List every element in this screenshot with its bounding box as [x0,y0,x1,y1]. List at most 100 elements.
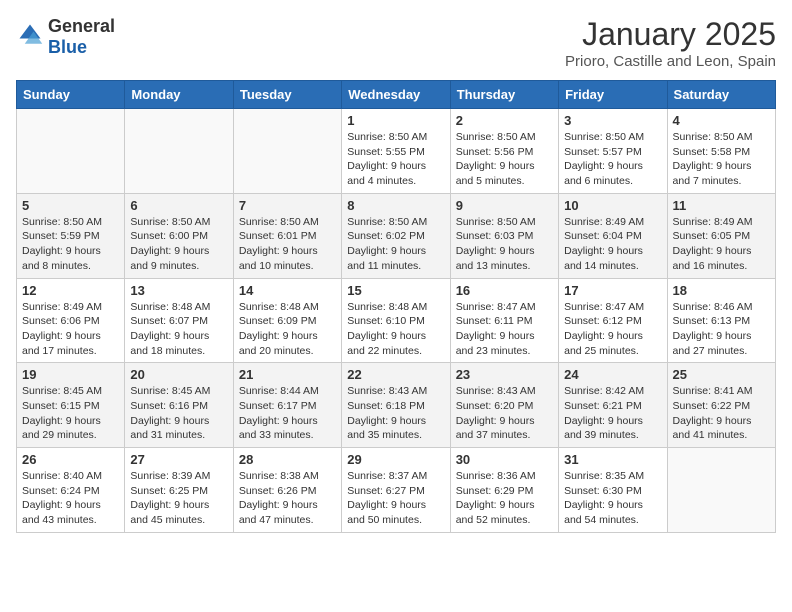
weekday-header: Tuesday [233,81,341,109]
page-header: General Blue January 2025 Prioro, Castil… [16,16,776,70]
day-number: 9 [456,198,553,213]
day-number: 31 [564,452,661,467]
day-number: 30 [456,452,553,467]
calendar-day-cell: 25 Sunrise: 8:41 AMSunset: 6:22 PMDayligh… [667,363,775,448]
calendar-day-cell: 1 Sunrise: 8:50 AMSunset: 5:55 PMDaylight… [342,109,450,194]
day-number: 7 [239,198,336,213]
calendar-day-cell: 2 Sunrise: 8:50 AMSunset: 5:56 PMDaylight… [450,109,558,194]
calendar-day-cell: 29 Sunrise: 8:37 AMSunset: 6:27 PMDayligh… [342,448,450,533]
calendar-day-cell: 15Sunrise: 8:48 AMSunset: 6:10 PMDayligh… [342,278,450,363]
day-info: Sunrise: 8:50 AMSunset: 6:03 PMDaylight:… [456,215,553,274]
day-number: 25 [673,367,770,382]
day-info: Sunrise: 8:35 AMSunset: 6:30 PMDaylight:… [564,469,661,528]
day-number: 6 [130,198,227,213]
calendar-day-cell: 19Sunrise: 8:45 AMSunset: 6:15 PMDayligh… [17,363,125,448]
day-info: Sunrise: 8:47 AMSunset: 6:12 PMDaylight:… [564,300,661,359]
day-number: 11 [673,198,770,213]
day-info: Sunrise: 8:49 AMSunset: 6:06 PMDaylight:… [22,300,119,359]
calendar-day-cell: 5 Sunrise: 8:50 AMSunset: 5:59 PMDaylight… [17,193,125,278]
day-number: 10 [564,198,661,213]
weekday-header: Wednesday [342,81,450,109]
day-info: Sunrise: 8:49 AMSunset: 6:04 PMDaylight:… [564,215,661,274]
calendar-week-row: 26 Sunrise: 8:40 AMSunset: 6:24 PMDayligh… [17,448,776,533]
day-number: 28 [239,452,336,467]
day-number: 22 [347,367,444,382]
day-info: Sunrise: 8:50 AMSunset: 5:56 PMDaylight:… [456,130,553,189]
weekday-header: Sunday [17,81,125,109]
day-info: Sunrise: 8:46 AMSunset: 6:13 PMDaylight:… [673,300,770,359]
day-number: 2 [456,113,553,128]
calendar-week-row: 19Sunrise: 8:45 AMSunset: 6:15 PMDayligh… [17,363,776,448]
calendar-day-cell: 24Sunrise: 8:42 AMSunset: 6:21 PMDayligh… [559,363,667,448]
calendar-day-cell: 13 Sunrise: 8:48 AMSunset: 6:07 PMDayligh… [125,278,233,363]
calendar-day-cell [125,109,233,194]
day-number: 27 [130,452,227,467]
day-number: 4 [673,113,770,128]
day-number: 14 [239,283,336,298]
day-info: Sunrise: 8:48 AMSunset: 6:07 PMDaylight:… [130,300,227,359]
day-info: Sunrise: 8:50 AMSunset: 5:55 PMDaylight:… [347,130,444,189]
day-number: 12 [22,283,119,298]
day-number: 20 [130,367,227,382]
day-info: Sunrise: 8:40 AMSunset: 6:24 PMDaylight:… [22,469,119,528]
day-number: 15 [347,283,444,298]
calendar-day-cell [17,109,125,194]
day-info: Sunrise: 8:50 AMSunset: 6:01 PMDaylight:… [239,215,336,274]
day-info: Sunrise: 8:50 AMSunset: 5:59 PMDaylight:… [22,215,119,274]
calendar-title: January 2025 [565,16,776,53]
day-number: 5 [22,198,119,213]
day-number: 1 [347,113,444,128]
weekday-header: Monday [125,81,233,109]
day-info: Sunrise: 8:48 AMSunset: 6:09 PMDaylight:… [239,300,336,359]
calendar-day-cell: 4Sunrise: 8:50 AMSunset: 5:58 PMDaylight… [667,109,775,194]
day-number: 23 [456,367,553,382]
calendar-week-row: 1 Sunrise: 8:50 AMSunset: 5:55 PMDaylight… [17,109,776,194]
day-number: 17 [564,283,661,298]
day-number: 18 [673,283,770,298]
title-block: January 2025 Prioro, Castille and Leon, … [565,16,776,70]
calendar-header-row: SundayMondayTuesdayWednesdayThursdayFrid… [17,81,776,109]
calendar-day-cell: 26 Sunrise: 8:40 AMSunset: 6:24 PMDayligh… [17,448,125,533]
logo-general: General [48,16,115,36]
calendar-day-cell: 22Sunrise: 8:43 AMSunset: 6:18 PMDayligh… [342,363,450,448]
day-info: Sunrise: 8:49 AMSunset: 6:05 PMDaylight:… [673,215,770,274]
day-info: Sunrise: 8:41 AMSunset: 6:22 PMDaylight:… [673,384,770,443]
calendar-day-cell: 30 Sunrise: 8:36 AMSunset: 6:29 PMDayligh… [450,448,558,533]
logo-blue: Blue [48,37,87,57]
calendar-day-cell: 16Sunrise: 8:47 AMSunset: 6:11 PMDayligh… [450,278,558,363]
logo: General Blue [16,16,115,58]
day-number: 29 [347,452,444,467]
calendar-day-cell: 8Sunrise: 8:50 AMSunset: 6:02 PMDaylight… [342,193,450,278]
day-info: Sunrise: 8:44 AMSunset: 6:17 PMDaylight:… [239,384,336,443]
calendar-day-cell [233,109,341,194]
calendar-day-cell: 10 Sunrise: 8:49 AMSunset: 6:04 PMDayligh… [559,193,667,278]
calendar-week-row: 12 Sunrise: 8:49 AMSunset: 6:06 PMDayligh… [17,278,776,363]
day-info: Sunrise: 8:50 AMSunset: 5:57 PMDaylight:… [564,130,661,189]
day-info: Sunrise: 8:47 AMSunset: 6:11 PMDaylight:… [456,300,553,359]
day-info: Sunrise: 8:38 AMSunset: 6:26 PMDaylight:… [239,469,336,528]
day-info: Sunrise: 8:50 AMSunset: 6:02 PMDaylight:… [347,215,444,274]
weekday-header: Saturday [667,81,775,109]
day-number: 21 [239,367,336,382]
calendar-day-cell: 9 Sunrise: 8:50 AMSunset: 6:03 PMDaylight… [450,193,558,278]
calendar-day-cell: 23Sunrise: 8:43 AMSunset: 6:20 PMDayligh… [450,363,558,448]
calendar-day-cell: 7 Sunrise: 8:50 AMSunset: 6:01 PMDaylight… [233,193,341,278]
calendar-day-cell: 14 Sunrise: 8:48 AMSunset: 6:09 PMDayligh… [233,278,341,363]
day-info: Sunrise: 8:37 AMSunset: 6:27 PMDaylight:… [347,469,444,528]
day-number: 13 [130,283,227,298]
calendar-day-cell: 20Sunrise: 8:45 AMSunset: 6:16 PMDayligh… [125,363,233,448]
day-number: 26 [22,452,119,467]
day-info: Sunrise: 8:39 AMSunset: 6:25 PMDaylight:… [130,469,227,528]
day-number: 3 [564,113,661,128]
calendar-day-cell: 6 Sunrise: 8:50 AMSunset: 6:00 PMDaylight… [125,193,233,278]
calendar-day-cell: 31 Sunrise: 8:35 AMSunset: 6:30 PMDayligh… [559,448,667,533]
calendar-subtitle: Prioro, Castille and Leon, Spain [565,53,776,70]
calendar-day-cell: 17 Sunrise: 8:47 AMSunset: 6:12 PMDayligh… [559,278,667,363]
day-number: 24 [564,367,661,382]
day-info: Sunrise: 8:36 AMSunset: 6:29 PMDaylight:… [456,469,553,528]
calendar-day-cell: 12 Sunrise: 8:49 AMSunset: 6:06 PMDayligh… [17,278,125,363]
weekday-header: Thursday [450,81,558,109]
day-info: Sunrise: 8:50 AMSunset: 6:00 PMDaylight:… [130,215,227,274]
calendar-day-cell: 27 Sunrise: 8:39 AMSunset: 6:25 PMDayligh… [125,448,233,533]
calendar-day-cell: 28 Sunrise: 8:38 AMSunset: 6:26 PMDayligh… [233,448,341,533]
